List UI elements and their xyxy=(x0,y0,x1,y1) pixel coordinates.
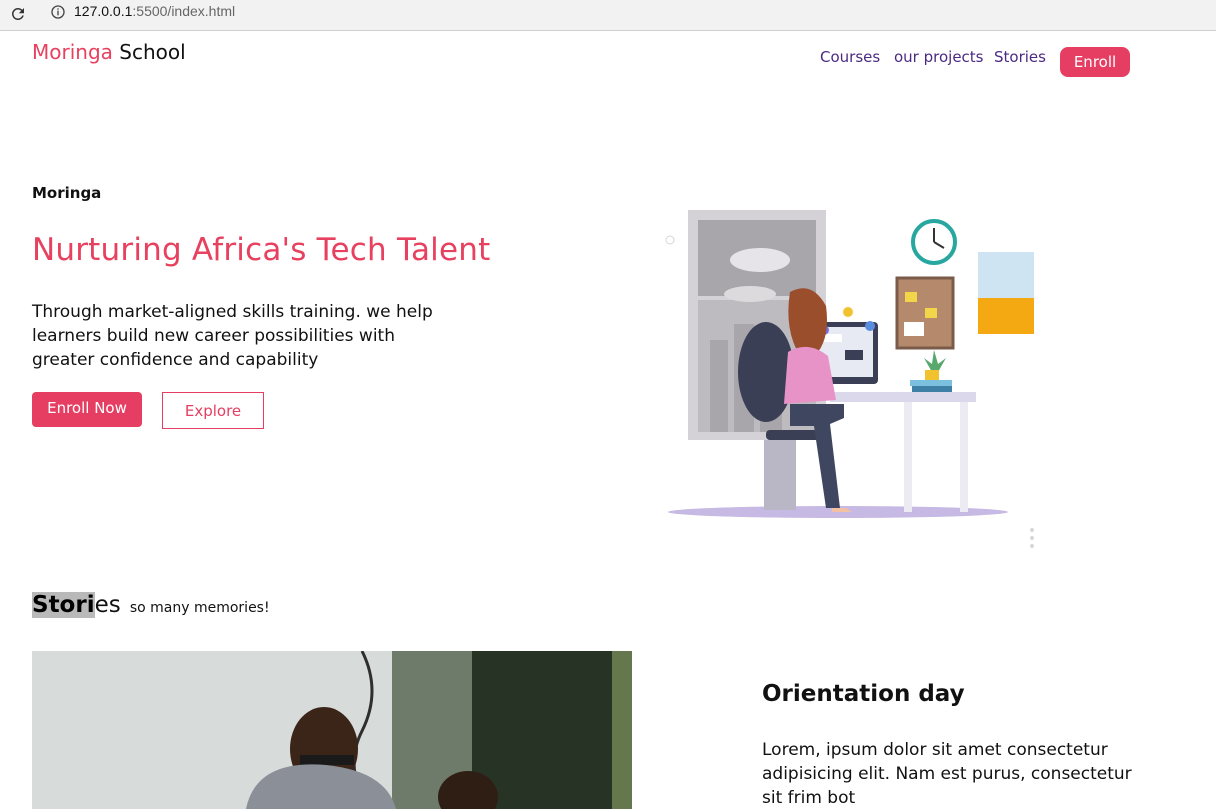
address-text[interactable]: 127.0.0.1:5500/index.html xyxy=(74,3,235,19)
stories-title: Stories xyxy=(32,592,121,618)
stories-title-rest: es xyxy=(94,592,121,618)
stories-heading: Stories so many memories! xyxy=(32,592,270,618)
nav-link-projects[interactable]: our projects xyxy=(894,48,984,66)
cloud-icon xyxy=(730,248,790,272)
brand-second-word: School xyxy=(119,40,186,64)
story-card-text: Lorem, ipsum dolor sit amet consectetur … xyxy=(762,740,1132,808)
story-card-title: Orientation day xyxy=(762,681,965,707)
reload-icon[interactable] xyxy=(9,5,27,23)
explore-button[interactable]: Explore xyxy=(162,392,264,429)
url-path: :5500/index.html xyxy=(132,3,236,19)
stories-title-highlight: Stori xyxy=(32,592,95,618)
info-icon[interactable] xyxy=(50,4,66,20)
nav-link-courses[interactable]: Courses xyxy=(820,48,880,66)
chair-back xyxy=(738,322,794,422)
story-photo xyxy=(32,651,632,809)
desk-top xyxy=(830,392,976,402)
plant-icon xyxy=(924,350,946,372)
hero-title: Nurturing Africa's Tech Talent xyxy=(32,232,491,268)
brand-first-word: Moringa xyxy=(32,40,113,64)
hero-description: Through market-aligned skills training. … xyxy=(32,302,433,370)
url-host: 127.0.0.1 xyxy=(74,3,133,19)
enroll-button[interactable]: Enroll xyxy=(1060,47,1130,77)
browser-toolbar: 127.0.0.1:5500/index.html xyxy=(0,0,1216,31)
woman-pants xyxy=(790,404,844,508)
brand-logo[interactable]: Moringa School xyxy=(32,40,186,64)
nav-link-stories[interactable]: Stories xyxy=(994,48,1046,66)
hero-illustration xyxy=(665,210,1034,548)
enroll-now-button[interactable]: Enroll Now xyxy=(32,392,142,427)
stories-subtitle: so many memories! xyxy=(129,600,270,616)
hero-eyebrow: Moringa xyxy=(32,184,102,202)
